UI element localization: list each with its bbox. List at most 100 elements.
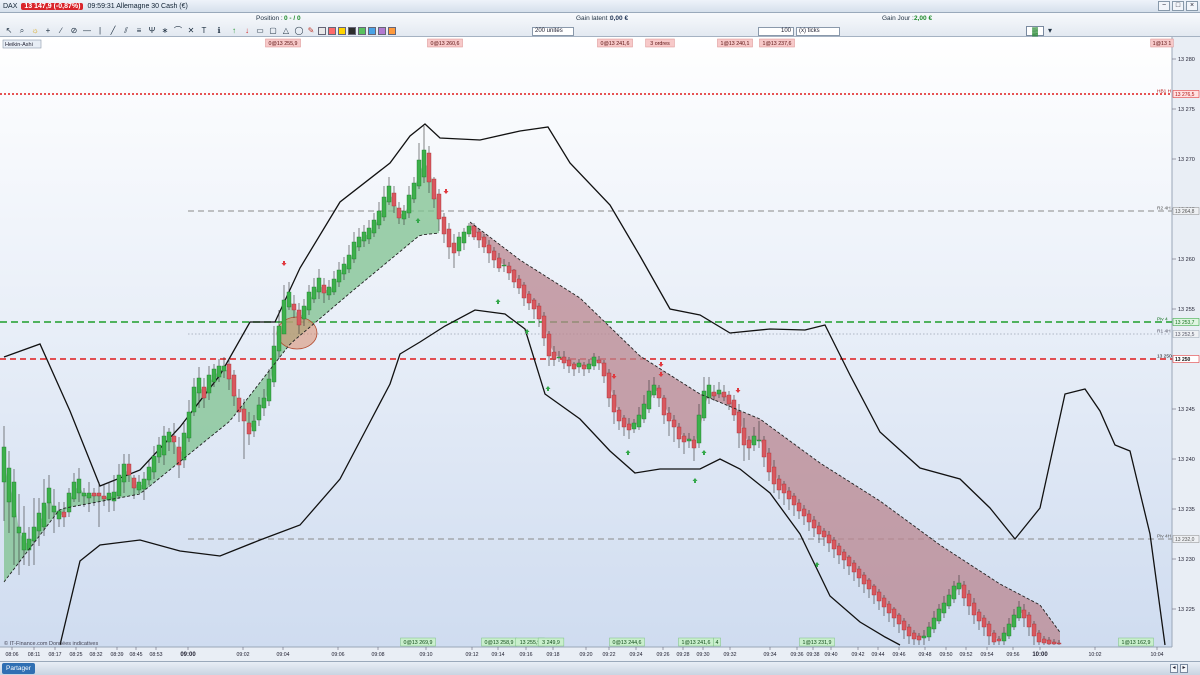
level-label: Piv 4 xyxy=(1157,317,1168,323)
x-tick-label: 09:10 xyxy=(420,652,433,658)
bearish-candle xyxy=(236,397,242,413)
ellipse-icon[interactable]: ◯ xyxy=(294,26,304,36)
bullish-candle xyxy=(26,538,32,551)
ruler-icon[interactable]: ∕ xyxy=(56,26,66,36)
chart-type-icon[interactable]: ▓ xyxy=(1026,26,1044,36)
minimize-button[interactable]: − xyxy=(1158,1,1170,11)
bullish-candle xyxy=(106,492,112,501)
bearish-candle xyxy=(1041,638,1047,644)
bullish-candle xyxy=(56,510,62,520)
level-label: R2 4H xyxy=(1157,206,1171,212)
bearish-candle xyxy=(896,614,902,625)
marker-icon[interactable]: ✎ xyxy=(306,26,316,36)
bullish-candle xyxy=(341,263,347,275)
x-tick-label: 09:22 xyxy=(603,652,616,658)
rectangle-icon[interactable]: ▭ xyxy=(255,26,265,36)
ticks-select[interactable]: (x) ticks xyxy=(796,27,840,36)
quantity-input[interactable]: 100 xyxy=(758,27,794,36)
bearish-candle xyxy=(451,242,457,254)
bullish-candle xyxy=(576,362,582,368)
x-tick-label: 09:52 xyxy=(960,652,973,658)
vline-icon[interactable]: | xyxy=(95,26,105,36)
level-price-tag-text: 13 250 xyxy=(1175,357,1191,363)
bullish-candle xyxy=(191,386,197,413)
text-tool-icon[interactable]: T xyxy=(199,26,209,36)
bearish-candle xyxy=(481,236,487,248)
x-tick-label: 08:25 xyxy=(70,652,83,658)
sell-arrow-icon[interactable]: ↓ xyxy=(242,26,252,36)
color-swatch-orange[interactable] xyxy=(388,27,396,35)
bearish-candle xyxy=(506,265,512,274)
bearish-candle xyxy=(491,250,497,261)
bullish-candle xyxy=(66,492,72,513)
bearish-candle xyxy=(486,244,492,254)
share-button[interactable]: Partager xyxy=(2,663,35,674)
bullish-candle xyxy=(221,365,227,372)
info-icon[interactable]: ℹ xyxy=(214,26,224,36)
bearish-candle xyxy=(436,193,442,220)
level-price-tag-text: 13 252,5 xyxy=(1175,332,1195,338)
eraser-icon[interactable]: ⊘ xyxy=(69,26,79,36)
x-tick-label: 09:40 xyxy=(825,652,838,658)
crosshair-icon[interactable]: + xyxy=(43,26,53,36)
pitchfork-icon[interactable]: Ψ xyxy=(147,26,157,36)
bearish-candle xyxy=(726,394,732,405)
x-tick-label: 10:04 xyxy=(1151,652,1164,658)
bearish-candle xyxy=(446,228,452,248)
arc-icon[interactable]: ⌒ xyxy=(173,26,183,36)
bearish-candle xyxy=(761,439,767,458)
color-swatch-black[interactable] xyxy=(348,27,356,35)
scroll-right-button[interactable]: ▸ xyxy=(1180,664,1188,673)
bearish-candle xyxy=(766,452,772,473)
fibonacci-icon[interactable]: ≡ xyxy=(134,26,144,36)
bearish-candle xyxy=(916,635,922,641)
bearish-candle xyxy=(966,593,972,607)
color-swatch-green[interactable] xyxy=(358,27,366,35)
square-icon[interactable]: ▢ xyxy=(268,26,278,36)
bearish-candle xyxy=(856,568,862,579)
bullish-candle xyxy=(276,325,282,352)
chevron-down-icon[interactable]: ▾ xyxy=(1045,26,1055,36)
bullish-candle xyxy=(501,264,507,267)
x-tick-label: 08:11 xyxy=(28,652,41,658)
zoom-icon[interactable]: ⌕ xyxy=(17,26,27,36)
color-swatch-purple[interactable] xyxy=(378,27,386,35)
gann-icon[interactable]: ∗ xyxy=(160,26,170,36)
scroll-left-button[interactable]: ◂ xyxy=(1170,664,1178,673)
bullish-candle xyxy=(636,414,642,428)
bearish-candle xyxy=(996,638,1002,642)
maximize-button[interactable]: □ xyxy=(1172,1,1184,11)
x-tick-label: 09:46 xyxy=(893,652,906,658)
x-tick-label: 09:18 xyxy=(547,652,560,658)
x-tick-label: 09:44 xyxy=(872,652,885,658)
units-select[interactable]: 200 unités xyxy=(532,27,574,36)
bearish-candle xyxy=(531,299,537,310)
bullish-candle xyxy=(931,617,937,630)
x-tick-label: 09:14 xyxy=(492,652,505,658)
color-swatch-white[interactable] xyxy=(318,27,326,35)
channel-icon[interactable]: ⫽ xyxy=(121,26,131,36)
cursor-icon[interactable]: ↖ xyxy=(4,26,14,36)
bullish-candle xyxy=(6,467,12,503)
price-chart[interactable]: 13 22513 23013 23513 24013 24513 25013 2… xyxy=(0,37,1200,661)
order-tag-bottom-text: 4 xyxy=(716,640,719,646)
buy-arrow-icon[interactable]: ↑ xyxy=(229,26,239,36)
bullish-candle xyxy=(46,487,52,504)
color-swatch-blue[interactable] xyxy=(368,27,376,35)
bullish-candle xyxy=(301,305,307,320)
sun-icon[interactable]: ☼ xyxy=(30,26,40,36)
bullish-candle xyxy=(336,269,342,283)
color-swatch-red[interactable] xyxy=(328,27,336,35)
order-tag-bottom-text: 0@13 269,9 xyxy=(404,640,433,646)
x-tick-label: 08:45 xyxy=(130,652,143,658)
bearish-candle xyxy=(441,216,447,235)
bearish-candle xyxy=(971,602,977,616)
close-button[interactable]: × xyxy=(1186,1,1198,11)
bearish-candle xyxy=(511,269,517,283)
color-swatch-yellow[interactable] xyxy=(338,27,346,35)
trendline-icon[interactable]: ╱ xyxy=(108,26,118,36)
cross-tool-icon[interactable]: ✕ xyxy=(186,26,196,36)
indicator-tag[interactable]: Heikin-Ashi xyxy=(2,39,42,49)
hline-icon[interactable]: — xyxy=(82,26,92,36)
triangle-icon[interactable]: △ xyxy=(281,26,291,36)
